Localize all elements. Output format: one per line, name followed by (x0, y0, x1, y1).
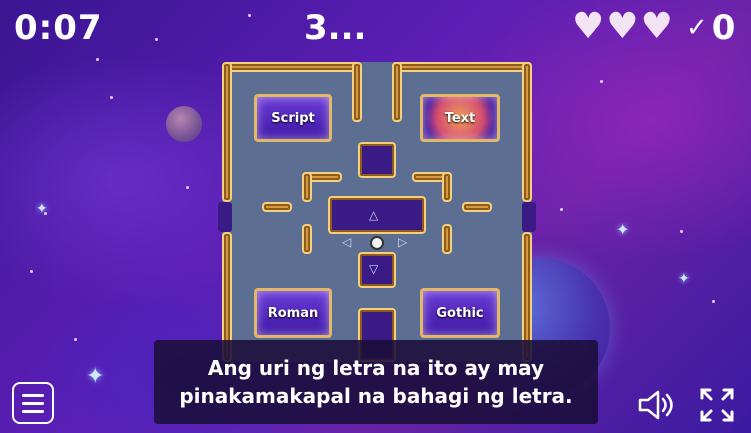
star (110, 96, 113, 99)
maze-wall (442, 172, 452, 202)
question-counter: 3... (304, 8, 367, 48)
maze-wall (222, 62, 232, 202)
sparkle-star: ✦ (36, 201, 48, 217)
answer-label: Gothic (436, 305, 484, 321)
check-icon: ✓ (686, 13, 708, 43)
question-text: Ang uri ng letra na ito ay may pinakamak… (179, 356, 573, 408)
maze-wall (222, 62, 362, 72)
fullscreen-button[interactable] (698, 386, 736, 424)
maze: Script Text Roman Gothic △ ▽ ◁ ▷ (218, 62, 536, 362)
answer-gothic[interactable]: Gothic (420, 288, 500, 338)
maze-exit (218, 202, 232, 232)
maze-wall (442, 224, 452, 254)
answer-roman[interactable]: Roman (254, 288, 332, 338)
answer-label: Script (271, 110, 315, 126)
menu-icon (22, 393, 44, 397)
maze-wall (392, 62, 402, 122)
heart-icon: ♥ (572, 6, 605, 47)
lives: ♥ ♥ ♥ (572, 6, 673, 47)
heart-icon: ♥ (640, 6, 673, 47)
star (74, 338, 77, 341)
arrow-down-icon[interactable]: ▽ (369, 262, 378, 276)
maze-wall (462, 202, 492, 212)
arrow-right-icon[interactable]: ▷ (398, 235, 407, 249)
sparkle-star: ✦ (616, 220, 630, 239)
star (600, 80, 603, 83)
planet-small (166, 106, 202, 142)
maze-wall (522, 62, 532, 202)
sparkle-star: ✦ (86, 364, 105, 389)
answer-text[interactable]: Text (420, 94, 500, 142)
sound-button[interactable] (636, 388, 676, 429)
maze-wall (262, 202, 292, 212)
score-value: 0 (711, 8, 736, 48)
heart-icon: ♥ (606, 6, 639, 47)
star (712, 300, 715, 303)
star (560, 208, 563, 211)
player-icon (370, 236, 384, 250)
arrow-up-icon[interactable]: △ (369, 208, 378, 222)
maze-wall (302, 172, 312, 202)
score: ✓ 0 (686, 8, 735, 48)
answer-label: Text (444, 110, 476, 126)
sparkle-star: ✦ (678, 271, 690, 287)
center-top-block (358, 142, 396, 178)
star (680, 230, 683, 233)
menu-icon (22, 401, 44, 405)
menu-button[interactable] (12, 382, 54, 424)
speaker-icon (638, 390, 673, 420)
star (186, 186, 189, 189)
star (248, 14, 251, 17)
star (96, 58, 99, 61)
star (30, 270, 33, 273)
menu-icon (22, 409, 44, 413)
maze-wall (352, 62, 362, 122)
maze-exit (522, 202, 536, 232)
answer-script[interactable]: Script (254, 94, 332, 142)
answer-label: Roman (267, 305, 319, 321)
maze-wall (302, 224, 312, 254)
question-caption: Ang uri ng letra na ito ay may pinakamak… (154, 340, 598, 424)
fullscreen-icon (700, 388, 734, 422)
star (155, 38, 158, 41)
arrow-left-icon[interactable]: ◁ (342, 235, 351, 249)
timer: 0:07 (14, 8, 103, 48)
game-stage: ✦ ✦ ✦ ✦ 0:07 3... ♥ ♥ ♥ ✓ 0 Script Text … (0, 0, 751, 433)
maze-wall (392, 62, 532, 72)
